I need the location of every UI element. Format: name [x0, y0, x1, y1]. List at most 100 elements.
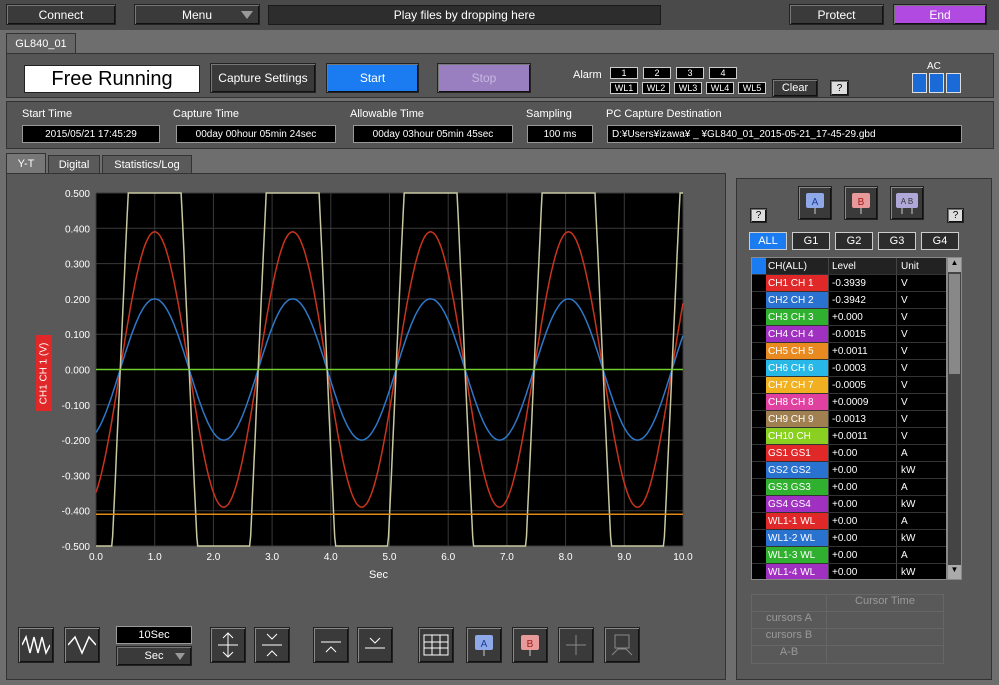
shift-up-button[interactable]	[313, 627, 349, 663]
table-scrollbar[interactable]: ▲ ▼	[947, 257, 962, 580]
y-tick-label: 0.100	[65, 330, 90, 341]
y-tick-label: -0.200	[62, 436, 91, 447]
expand-wave-button[interactable]	[64, 627, 100, 663]
tab-device[interactable]: GL840_01	[6, 33, 76, 53]
table-row[interactable]: CH4 CH 4 -0.0015 V	[752, 326, 946, 343]
channel-name: CH2 CH 2	[766, 292, 828, 308]
menu-label: Menu	[181, 7, 213, 22]
table-row[interactable]: GS1 GS1 +0.00 A	[752, 445, 946, 462]
compress-wave-button[interactable]	[18, 627, 54, 663]
table-row[interactable]: WL1-4 WL +0.00 kW	[752, 564, 946, 579]
channel-level: +0.00	[828, 462, 896, 478]
protect-button[interactable]: Protect	[789, 4, 884, 25]
tab-y-t[interactable]: Y-T	[6, 153, 46, 173]
compress-wave-icon	[22, 635, 50, 655]
group-tab-g4[interactable]: G4	[921, 232, 959, 250]
expand-wave-icon	[68, 635, 96, 655]
capture-settings-button[interactable]: Capture Settings	[210, 63, 316, 93]
svg-text:A: A	[481, 639, 488, 650]
start-button[interactable]: Start	[326, 63, 419, 93]
drop-zone[interactable]: Play files by dropping here	[268, 5, 661, 25]
jump-cursor-ab-button[interactable]: A B	[890, 186, 924, 220]
y-tick-label: -0.500	[62, 542, 91, 553]
marker-button[interactable]	[604, 627, 640, 663]
table-row[interactable]: GS2 GS2 +0.00 kW	[752, 462, 946, 479]
table-row[interactable]: CH7 CH 7 -0.0005 V	[752, 377, 946, 394]
x-tick-label: 9.0	[617, 552, 631, 563]
compress-vertical-button[interactable]	[254, 627, 290, 663]
table-row[interactable]: WL1-3 WL +0.00 A	[752, 547, 946, 564]
scroll-down-icon[interactable]: ▼	[948, 565, 961, 579]
channel-level: +0.0009	[828, 394, 896, 410]
group-tab-all[interactable]: ALL	[749, 232, 787, 250]
tab-statistics-log[interactable]: Statistics/Log	[102, 155, 192, 173]
jump-cursor-a-button[interactable]: A	[798, 186, 832, 220]
sampling-value: 100 ms	[527, 125, 593, 143]
y-tick-label: 0.400	[65, 224, 90, 235]
channel-level: +0.00	[828, 496, 896, 512]
table-row[interactable]: CH1 CH 1 -0.3939 V	[752, 275, 946, 292]
yt-chart[interactable]: 0.500 0.400 0.300 0.200 0.100 0.000 -0.100 -0.2…	[30, 183, 700, 588]
cursor-a-button[interactable]: A	[466, 627, 502, 663]
y-axis-text: CH1 CH 1 (V)	[38, 342, 50, 404]
table-row[interactable]: CH6 CH 6 -0.0003 V	[752, 360, 946, 377]
help-button[interactable]: ?	[750, 208, 767, 223]
scroll-up-icon[interactable]: ▲	[948, 258, 961, 272]
allowable-time-label: Allowable Time	[350, 108, 424, 120]
tab-digital[interactable]: Digital	[48, 155, 100, 173]
ac-indicators	[912, 73, 961, 93]
stop-button[interactable]: Stop	[437, 63, 531, 93]
channel-unit: V	[896, 428, 946, 444]
alarm-indicator: 3	[676, 67, 704, 79]
shift-down-button[interactable]	[357, 627, 393, 663]
menu-button[interactable]: Menu	[134, 4, 260, 25]
table-header: CH(ALL) Level Unit	[752, 258, 946, 275]
channel-unit: A	[896, 513, 946, 529]
table-row[interactable]: CH5 CH 5 +0.0011 V	[752, 343, 946, 360]
help-button[interactable]: ?	[830, 80, 849, 96]
channel-name: GS4 GS4	[766, 496, 828, 512]
table-row[interactable]: WL1-2 WL +0.00 kW	[752, 530, 946, 547]
channel-level: +0.0011	[828, 428, 896, 444]
channel-level: +0.00	[828, 564, 896, 579]
expand-vertical-icon	[218, 632, 238, 658]
table-row[interactable]: CH3 CH 3 +0.000 V	[752, 309, 946, 326]
channel-name: CH1 CH 1	[766, 275, 828, 291]
x-tick-label: 8.0	[559, 552, 573, 563]
table-row[interactable]: WL1-1 WL +0.00 A	[752, 513, 946, 530]
jump-cursor-b-button[interactable]: B	[844, 186, 878, 220]
ac-indicator	[946, 73, 961, 93]
alarm-indicator: 1	[610, 67, 638, 79]
cursor-b-button[interactable]: B	[512, 627, 548, 663]
group-tab-g2[interactable]: G2	[835, 232, 873, 250]
x-tick-label: 7.0	[500, 552, 514, 563]
table-row[interactable]: GS4 GS4 +0.00 kW	[752, 496, 946, 513]
crosshair-button[interactable]	[558, 627, 594, 663]
y-tick-label: -0.100	[62, 401, 91, 412]
table-row[interactable]: CH2 CH 2 -0.3942 V	[752, 292, 946, 309]
table-row[interactable]: CH8 CH 8 +0.0009 V	[752, 394, 946, 411]
connect-button[interactable]: Connect	[6, 4, 116, 25]
clear-button[interactable]: Clear	[772, 79, 818, 97]
channel-unit: V	[896, 309, 946, 325]
group-tab-g3[interactable]: G3	[878, 232, 916, 250]
wl-indicator: WL1	[610, 82, 638, 94]
table-row[interactable]: CH9 CH 9 -0.0013 V	[752, 411, 946, 428]
table-row[interactable]: CH10 CH +0.0011 V	[752, 428, 946, 445]
help-button[interactable]: ?	[947, 208, 964, 223]
capture-time-label: Capture Time	[173, 108, 240, 120]
expand-vertical-button[interactable]	[210, 627, 246, 663]
scroll-thumb[interactable]	[949, 274, 960, 374]
grid-layout-button[interactable]	[418, 627, 454, 663]
ac-indicator	[929, 73, 944, 93]
group-tab-g1[interactable]: G1	[792, 232, 830, 250]
row-swatch	[752, 547, 766, 563]
header-swatch	[752, 258, 766, 274]
svg-text:A B: A B	[901, 197, 913, 206]
chevron-down-icon	[241, 11, 253, 19]
time-unit-select[interactable]: Sec	[116, 646, 192, 666]
row-swatch	[752, 530, 766, 546]
row-swatch	[752, 360, 766, 376]
table-row[interactable]: GS3 GS3 +0.00 A	[752, 479, 946, 496]
end-button[interactable]: End	[893, 4, 987, 25]
